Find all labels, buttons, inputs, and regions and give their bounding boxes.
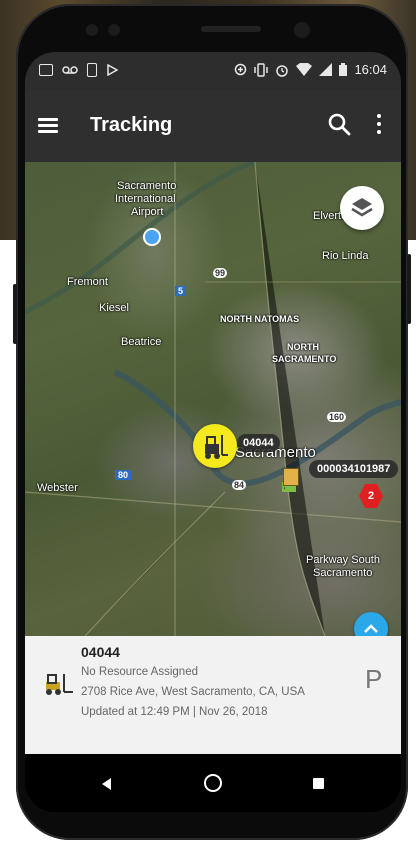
page-title: Tracking <box>90 114 173 136</box>
sensor-dot <box>108 24 120 36</box>
app-bar: Tracking <box>25 90 401 162</box>
highway-shield: 99 <box>213 268 228 278</box>
highway-shield: 5 <box>175 286 187 296</box>
alarm-icon <box>276 64 289 77</box>
recents-icon[interactable] <box>313 778 324 789</box>
front-camera <box>294 22 310 38</box>
updated-timestamp: Updated at 12:49 PM | Nov 26, 2018 <box>81 706 268 718</box>
map-label-airport: Airport <box>131 206 164 218</box>
airport-pin-icon[interactable] <box>143 228 161 246</box>
forklift-icon <box>205 435 228 459</box>
menu-icon[interactable] <box>38 118 58 134</box>
map-view[interactable]: Sacramento International Airport Elverta… <box>25 162 401 636</box>
vehicle-marker[interactable] <box>193 424 237 468</box>
map-label-beatrice: Beatrice <box>121 336 162 348</box>
data-saver-icon <box>235 63 247 76</box>
home-icon[interactable] <box>204 774 222 792</box>
vibrate-icon <box>254 62 269 77</box>
vehicle-info-panel[interactable]: 04044 No Resource Assigned 2708 Rice Ave… <box>25 636 401 754</box>
voicemail-icon <box>62 66 78 74</box>
power-button <box>407 254 411 324</box>
battery-icon <box>339 63 348 76</box>
layers-button[interactable] <box>340 186 384 230</box>
map-label-airport: Sacramento <box>117 180 177 192</box>
highway-shield: 160 <box>327 412 347 422</box>
back-icon[interactable] <box>102 778 111 790</box>
map-label-north-natomas: NORTH NATOMAS <box>220 314 300 324</box>
phone-screen: 16:04 Tracking Sacramento International … <box>25 52 401 812</box>
map-label-rio-linda: Rio Linda <box>322 250 369 262</box>
battery-saver-icon <box>87 63 97 77</box>
status-letter: P <box>365 664 383 694</box>
chevron-up-icon <box>364 624 378 633</box>
map-label-fremont: Fremont <box>67 276 108 288</box>
highway-shield: 80 <box>115 470 132 480</box>
more-vert-icon[interactable] <box>375 114 383 136</box>
vehicle-id: 04044 <box>81 644 120 660</box>
package-icon[interactable] <box>283 468 299 486</box>
sensor-dot <box>86 24 98 36</box>
vehicle-marker-label[interactable]: 04044 <box>237 434 280 452</box>
expand-button[interactable] <box>354 612 388 636</box>
asset-label[interactable]: 000034101987 <box>309 460 399 478</box>
layers-icon <box>351 198 373 217</box>
navigation-bar <box>25 754 401 812</box>
map-label-airport: International <box>115 193 176 205</box>
signal-icon <box>319 63 333 76</box>
wifi-icon <box>296 63 313 76</box>
resource-text: No Resource Assigned <box>81 666 198 678</box>
highway-shield: 84 <box>232 480 247 490</box>
map-label-parkway-south: Parkway South <box>306 554 380 566</box>
status-indicator <box>285 486 295 492</box>
map-label-webster: Webster <box>37 482 78 494</box>
map-label-north-sacramento: NORTH <box>287 342 319 352</box>
search-icon[interactable] <box>327 112 351 136</box>
gmail-icon <box>39 64 53 76</box>
map-label-north-sacramento: SACRAMENTO <box>272 354 337 364</box>
earpiece <box>201 26 261 32</box>
clock: 16:04 <box>354 62 387 77</box>
forklift-icon <box>46 674 73 695</box>
address-text: 2708 Rice Ave, West Sacramento, CA, USA <box>81 686 305 698</box>
volume-button <box>13 284 17 344</box>
status-bar: 16:04 <box>25 52 401 90</box>
play-store-icon <box>107 64 118 76</box>
map-label-parkway-south: Sacramento <box>313 567 373 579</box>
map-label-kiesel: Kiesel <box>99 302 129 314</box>
